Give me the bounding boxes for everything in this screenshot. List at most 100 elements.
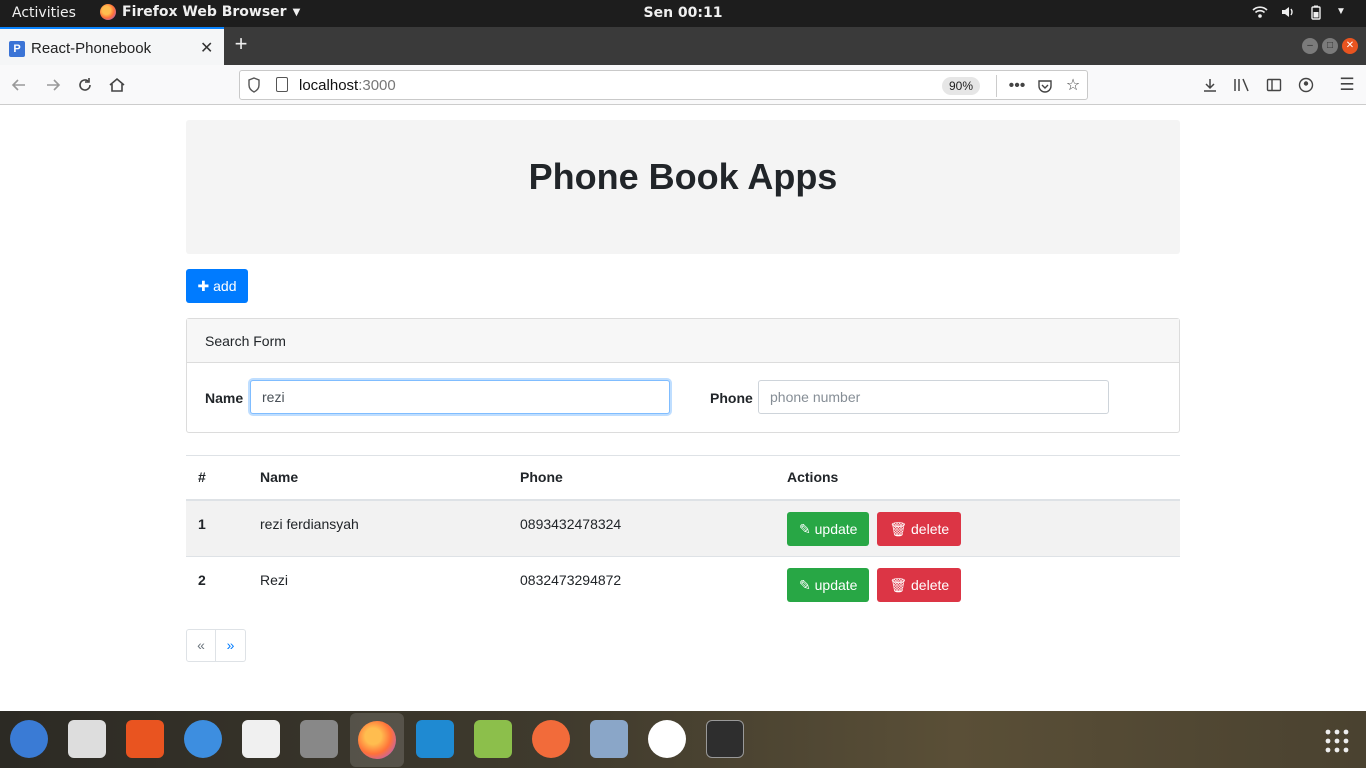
url-bar[interactable]: localhost:3000 90% ••• ☆: [239, 70, 1088, 100]
table-row: 1 rezi ferdiansyah 0893432478324 ✎ updat…: [186, 499, 1180, 557]
url-text[interactable]: localhost:3000: [299, 77, 396, 94]
tab-title: React-Phonebook: [31, 40, 152, 57]
wifi-icon: [1252, 4, 1268, 20]
firefox-icon: [100, 4, 116, 20]
files-icon[interactable]: [300, 720, 338, 758]
phone-label: Phone: [710, 390, 753, 406]
update-label: update: [814, 577, 858, 593]
home-button[interactable]: [104, 72, 130, 98]
show-applications-icon[interactable]: [1324, 728, 1350, 754]
pagination: « »: [186, 629, 246, 662]
row-name: Rezi: [248, 556, 508, 614]
update-label: update: [814, 520, 858, 537]
edit-icon: ✎: [799, 577, 815, 593]
update-button[interactable]: ✎ update: [787, 568, 870, 602]
sidebar-icon[interactable]: [1261, 72, 1287, 98]
row-actions: ✎ update 🗑 delete: [775, 556, 1180, 614]
postgresql-icon[interactable]: [590, 720, 628, 758]
col-header-number: #: [186, 455, 248, 501]
trash-icon: 🗑: [889, 520, 912, 537]
chevron-down-icon: ▼: [1336, 6, 1346, 17]
edit-icon: ✎: [799, 520, 815, 537]
col-header-actions: Actions: [775, 455, 1180, 501]
plus-icon: ✚: [197, 278, 214, 294]
search-form-card: Search Form Name Phone: [186, 318, 1180, 433]
row-phone: 0832473294872: [508, 556, 775, 614]
favicon: P: [9, 41, 25, 57]
system-tray[interactable]: ▼: [1252, 4, 1352, 20]
vscode-icon[interactable]: [416, 720, 454, 758]
name-label: Name: [205, 390, 244, 406]
add-button[interactable]: ✚ add: [186, 269, 248, 303]
update-button[interactable]: ✎ update: [787, 511, 870, 546]
delete-label: delete: [911, 520, 950, 537]
hamburger-menu-icon[interactable]: ☰: [1334, 72, 1360, 98]
reload-button[interactable]: [72, 72, 98, 98]
terminal-icon[interactable]: [706, 720, 744, 758]
minimize-button[interactable]: –: [1302, 38, 1318, 54]
image-viewer-icon[interactable]: [474, 720, 512, 758]
row-number: 2: [186, 556, 248, 614]
jumbotron: Phone Book Apps: [186, 120, 1180, 254]
activities-button[interactable]: Activities: [12, 5, 76, 21]
back-button[interactable]: [6, 72, 32, 98]
window-controls: – □ ✕: [1302, 38, 1358, 54]
pocket-icon[interactable]: [1034, 75, 1056, 97]
volume-icon: [1280, 4, 1296, 20]
dock: [0, 711, 1366, 768]
zoom-badge[interactable]: 90%: [942, 77, 981, 95]
software-center-icon[interactable]: [126, 720, 164, 758]
url-host: localhost: [299, 77, 359, 94]
divider: [996, 75, 997, 97]
navigation-bar: localhost:3000 90% ••• ☆ ☰: [0, 65, 1366, 105]
rhythmbox-icon[interactable]: [68, 720, 106, 758]
postman-icon[interactable]: [532, 720, 570, 758]
writer-icon[interactable]: [242, 720, 280, 758]
thunderbird-icon[interactable]: [10, 720, 48, 758]
new-tab-button[interactable]: +: [230, 33, 252, 55]
pagination-prev[interactable]: «: [186, 629, 216, 662]
shield-icon[interactable]: [247, 77, 261, 93]
account-icon[interactable]: [1293, 72, 1319, 98]
delete-button[interactable]: 🗑 delete: [877, 511, 962, 546]
gnome-top-bar: Activities Firefox Web Browser ▼ Sen 00:…: [0, 0, 1366, 27]
table-header-row: # Name Phone Actions: [186, 455, 1180, 501]
add-label: add: [213, 278, 237, 294]
library-icon[interactable]: [1229, 72, 1255, 98]
row-name: rezi ferdiansyah: [248, 499, 508, 557]
app-menu-label: Firefox Web Browser: [122, 4, 287, 20]
contacts-table: # Name Phone Actions 1 rezi ferdiansyah …: [186, 455, 1180, 614]
tab-react-phonebook[interactable]: P React-Phonebook ✕: [0, 27, 224, 65]
phone-search-input[interactable]: [758, 380, 1109, 414]
page-title: Phone Book Apps: [528, 156, 838, 197]
page-content: Phone Book Apps ✚ add Search Form Name P…: [0, 105, 1366, 711]
firefox-icon: [358, 721, 396, 759]
battery-icon: [1308, 4, 1324, 20]
row-number: 1: [186, 499, 248, 557]
chevron-down-icon: ▼: [292, 6, 301, 18]
col-header-phone: Phone: [508, 455, 775, 501]
maximize-button[interactable]: □: [1322, 38, 1338, 54]
row-actions: ✎ update 🗑 delete: [775, 499, 1180, 557]
bookmark-star-icon[interactable]: ☆: [1062, 75, 1084, 97]
firefox-dock-icon[interactable]: [350, 713, 404, 767]
search-form-header: Search Form: [187, 319, 1179, 363]
more-actions-icon[interactable]: •••: [1006, 75, 1028, 97]
close-icon[interactable]: ✕: [200, 38, 213, 58]
android-studio-icon[interactable]: [648, 720, 686, 758]
page-icon[interactable]: [276, 77, 288, 92]
trash-icon: 🗑: [889, 577, 912, 593]
col-header-name: Name: [248, 455, 508, 501]
forward-button[interactable]: [40, 72, 66, 98]
tab-strip: P React-Phonebook ✕ + – □ ✕: [0, 27, 1366, 65]
name-search-input[interactable]: [250, 380, 670, 414]
downloads-icon[interactable]: [1197, 72, 1223, 98]
help-icon[interactable]: [184, 720, 222, 758]
close-window-button[interactable]: ✕: [1342, 38, 1358, 54]
table-row: 2 Rezi 0832473294872 ✎ update 🗑 delete: [186, 556, 1180, 614]
delete-label: delete: [911, 577, 950, 593]
app-menu[interactable]: Firefox Web Browser ▼: [100, 4, 300, 20]
url-port: :3000: [358, 77, 396, 94]
pagination-next[interactable]: »: [216, 629, 246, 662]
delete-button[interactable]: 🗑 delete: [877, 568, 962, 602]
